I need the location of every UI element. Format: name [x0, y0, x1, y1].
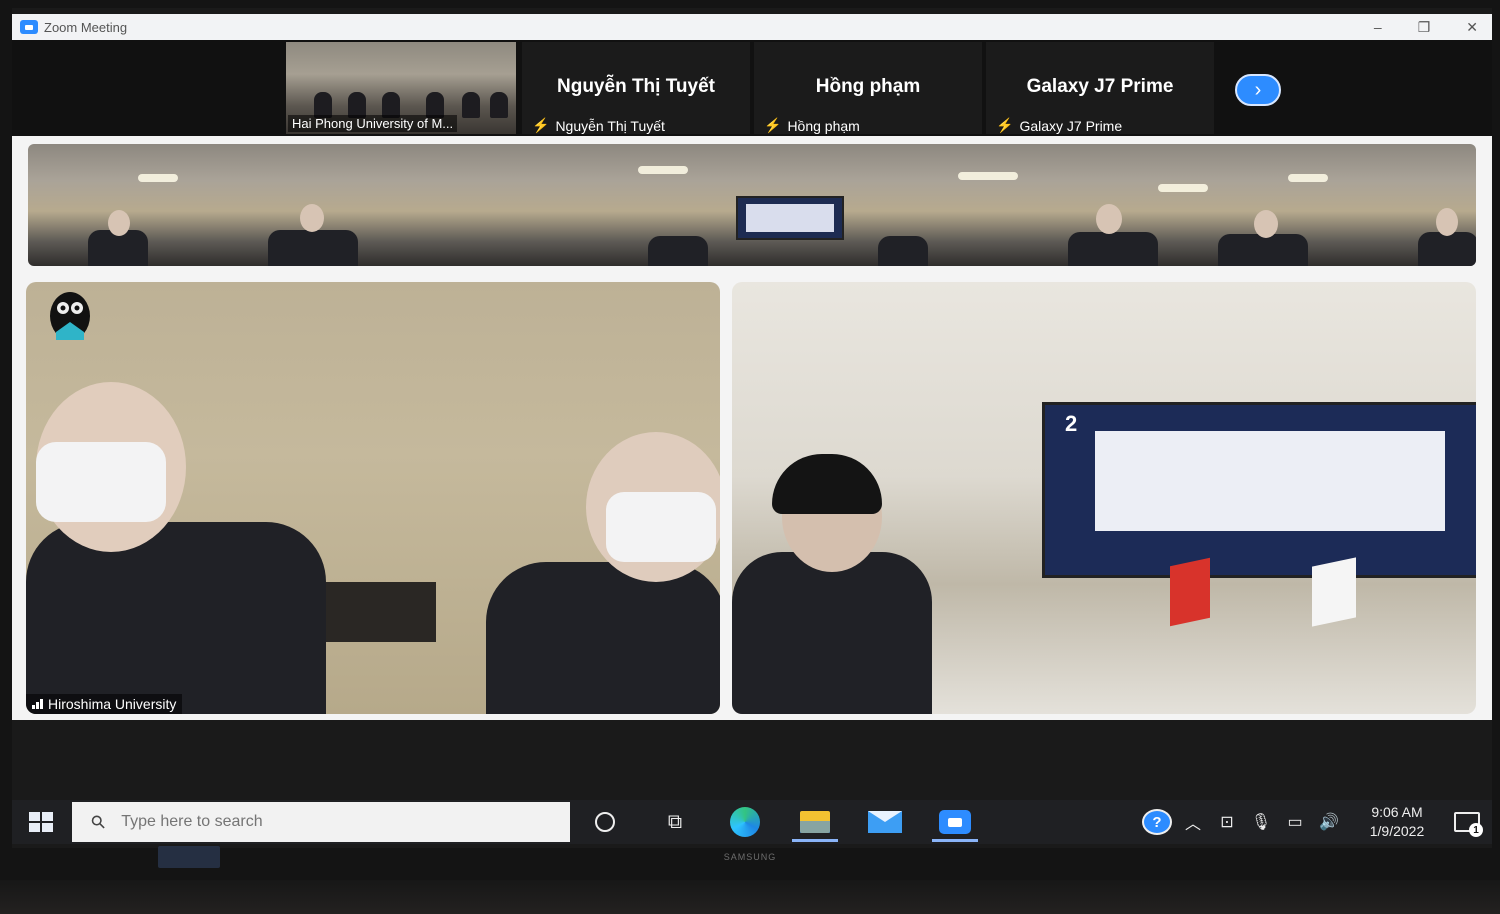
maximize-button[interactable]: ❐ [1418, 19, 1431, 36]
participant-name-label: Nguyễn Thị Tuyết [555, 117, 665, 134]
search-input[interactable] [119, 812, 524, 832]
window-title: Zoom Meeting [44, 19, 128, 35]
participant-name-label: Hai Phong University of M... [288, 115, 458, 132]
zoom-app-icon [939, 810, 971, 834]
cortana-icon [595, 812, 615, 832]
taskbar-app-edge[interactable] [710, 800, 780, 844]
close-button[interactable]: ✕ [1466, 19, 1478, 36]
taskbar-search-box[interactable]: ⚲ [72, 802, 570, 842]
participant-thumb-nguyen-thi-tuyet[interactable]: Nguyễn Thị Tuyết ⚡ Nguyễn Thị Tuyết [522, 42, 750, 134]
mic-muted-icon: ⚡ [764, 117, 782, 133]
face-mask [606, 492, 716, 562]
edge-icon [730, 807, 760, 837]
video-tile-remote-room[interactable]: 2 [732, 282, 1476, 714]
windows-logo-icon [29, 812, 53, 832]
room-tv-screen: 2 [1042, 402, 1476, 578]
video-gallery: Hiroshima University 2 [12, 136, 1492, 720]
minimize-button[interactable]: – [1374, 19, 1382, 35]
start-button[interactable] [12, 800, 70, 844]
network-icon[interactable]: ▭ [1278, 812, 1312, 832]
tile-name-label: Hiroshima University [26, 694, 183, 714]
notification-center-button[interactable]: 1 [1442, 800, 1492, 844]
participant-display-name: Hồng phạm [815, 76, 921, 97]
window-controls: – ❐ ✕ [1374, 14, 1478, 40]
monitor-screen: Zoom Meeting – ❐ ✕ Hai Phong University … [12, 8, 1492, 848]
search-icon: ⚲ [86, 809, 110, 834]
video-tile-meeting-room[interactable] [28, 144, 1476, 266]
owl-icon [50, 292, 90, 340]
meet-now-icon[interactable]: ⊡ [1210, 812, 1244, 832]
mic-muted-icon: ⚡ [996, 117, 1014, 133]
folder-icon [800, 811, 830, 833]
clock-date: 1/9/2022 [1369, 823, 1425, 839]
taskbar-clock[interactable]: 9:06 AM 1/9/2022 [1352, 803, 1442, 841]
help-tray-button[interactable]: ? [1142, 809, 1176, 835]
taskbar-app-zoom[interactable] [920, 800, 990, 844]
flag-vietnam [1170, 557, 1210, 627]
participant-strip: Hai Phong University of M... Nguyễn Thị … [12, 40, 1492, 136]
desk-surface [0, 880, 1500, 914]
system-tray: ? ︿ ⊡ 🎙 ▭ 🔊 9:06 AM 1/9/2022 1 [1142, 800, 1492, 844]
microphone-icon[interactable]: 🎙 [1244, 812, 1278, 832]
participant-display-name: Nguyễn Thị Tuyết [557, 76, 715, 97]
participant-name-label: Galaxy J7 Prime [1019, 117, 1123, 134]
flag-japan [1312, 557, 1356, 627]
task-view-button[interactable]: ⧉ [640, 800, 710, 844]
zoom-logo-icon [20, 20, 38, 34]
monitor-brand: SAMSUNG [723, 852, 777, 862]
mic-muted-icon: ⚡ [532, 117, 550, 133]
clock-time: 9:06 AM [1371, 804, 1423, 820]
participant-name-label: Hồng phạm [787, 117, 860, 134]
desk-object [326, 582, 436, 642]
video-tile-hiroshima-university[interactable]: Hiroshima University [26, 282, 720, 714]
notification-count-badge: 1 [1469, 823, 1483, 837]
face-mask [36, 442, 166, 522]
mail-icon [868, 811, 902, 833]
tv-screen-number: 2 [1065, 411, 1078, 436]
chevron-up-icon[interactable]: ︿ [1176, 810, 1210, 834]
volume-icon[interactable]: 🔊 [1312, 812, 1346, 832]
zoom-title-bar: Zoom Meeting – ❐ ✕ [12, 14, 1492, 40]
cortana-button[interactable] [570, 800, 640, 844]
participant-thumb-hai-phong[interactable]: Hai Phong University of M... [286, 42, 516, 134]
windows-taskbar: ⚲ ⧉ ? ︿ ⊡ 🎙 ▭ 🔊 9:06 AM 1/9/2022 1 [12, 800, 1492, 844]
taskbar-app-file-explorer[interactable] [780, 800, 850, 844]
participant-thumb-galaxy-j7-prime[interactable]: Galaxy J7 Prime ⚡ Galaxy J7 Prime [986, 42, 1214, 134]
chevron-right-icon: › [1254, 78, 1262, 101]
signal-bars-icon [32, 699, 43, 709]
participant-thumb-hong-pham[interactable]: Hồng phạm ⚡ Hồng phạm [754, 42, 982, 134]
taskbar-app-mail[interactable] [850, 800, 920, 844]
participant-display-name: Galaxy J7 Prime [1026, 76, 1174, 97]
next-page-button[interactable]: › [1235, 74, 1281, 106]
help-icon: ? [1142, 809, 1172, 835]
task-view-icon: ⧉ [667, 810, 683, 833]
tile-label-text: Hiroshima University [48, 696, 177, 712]
